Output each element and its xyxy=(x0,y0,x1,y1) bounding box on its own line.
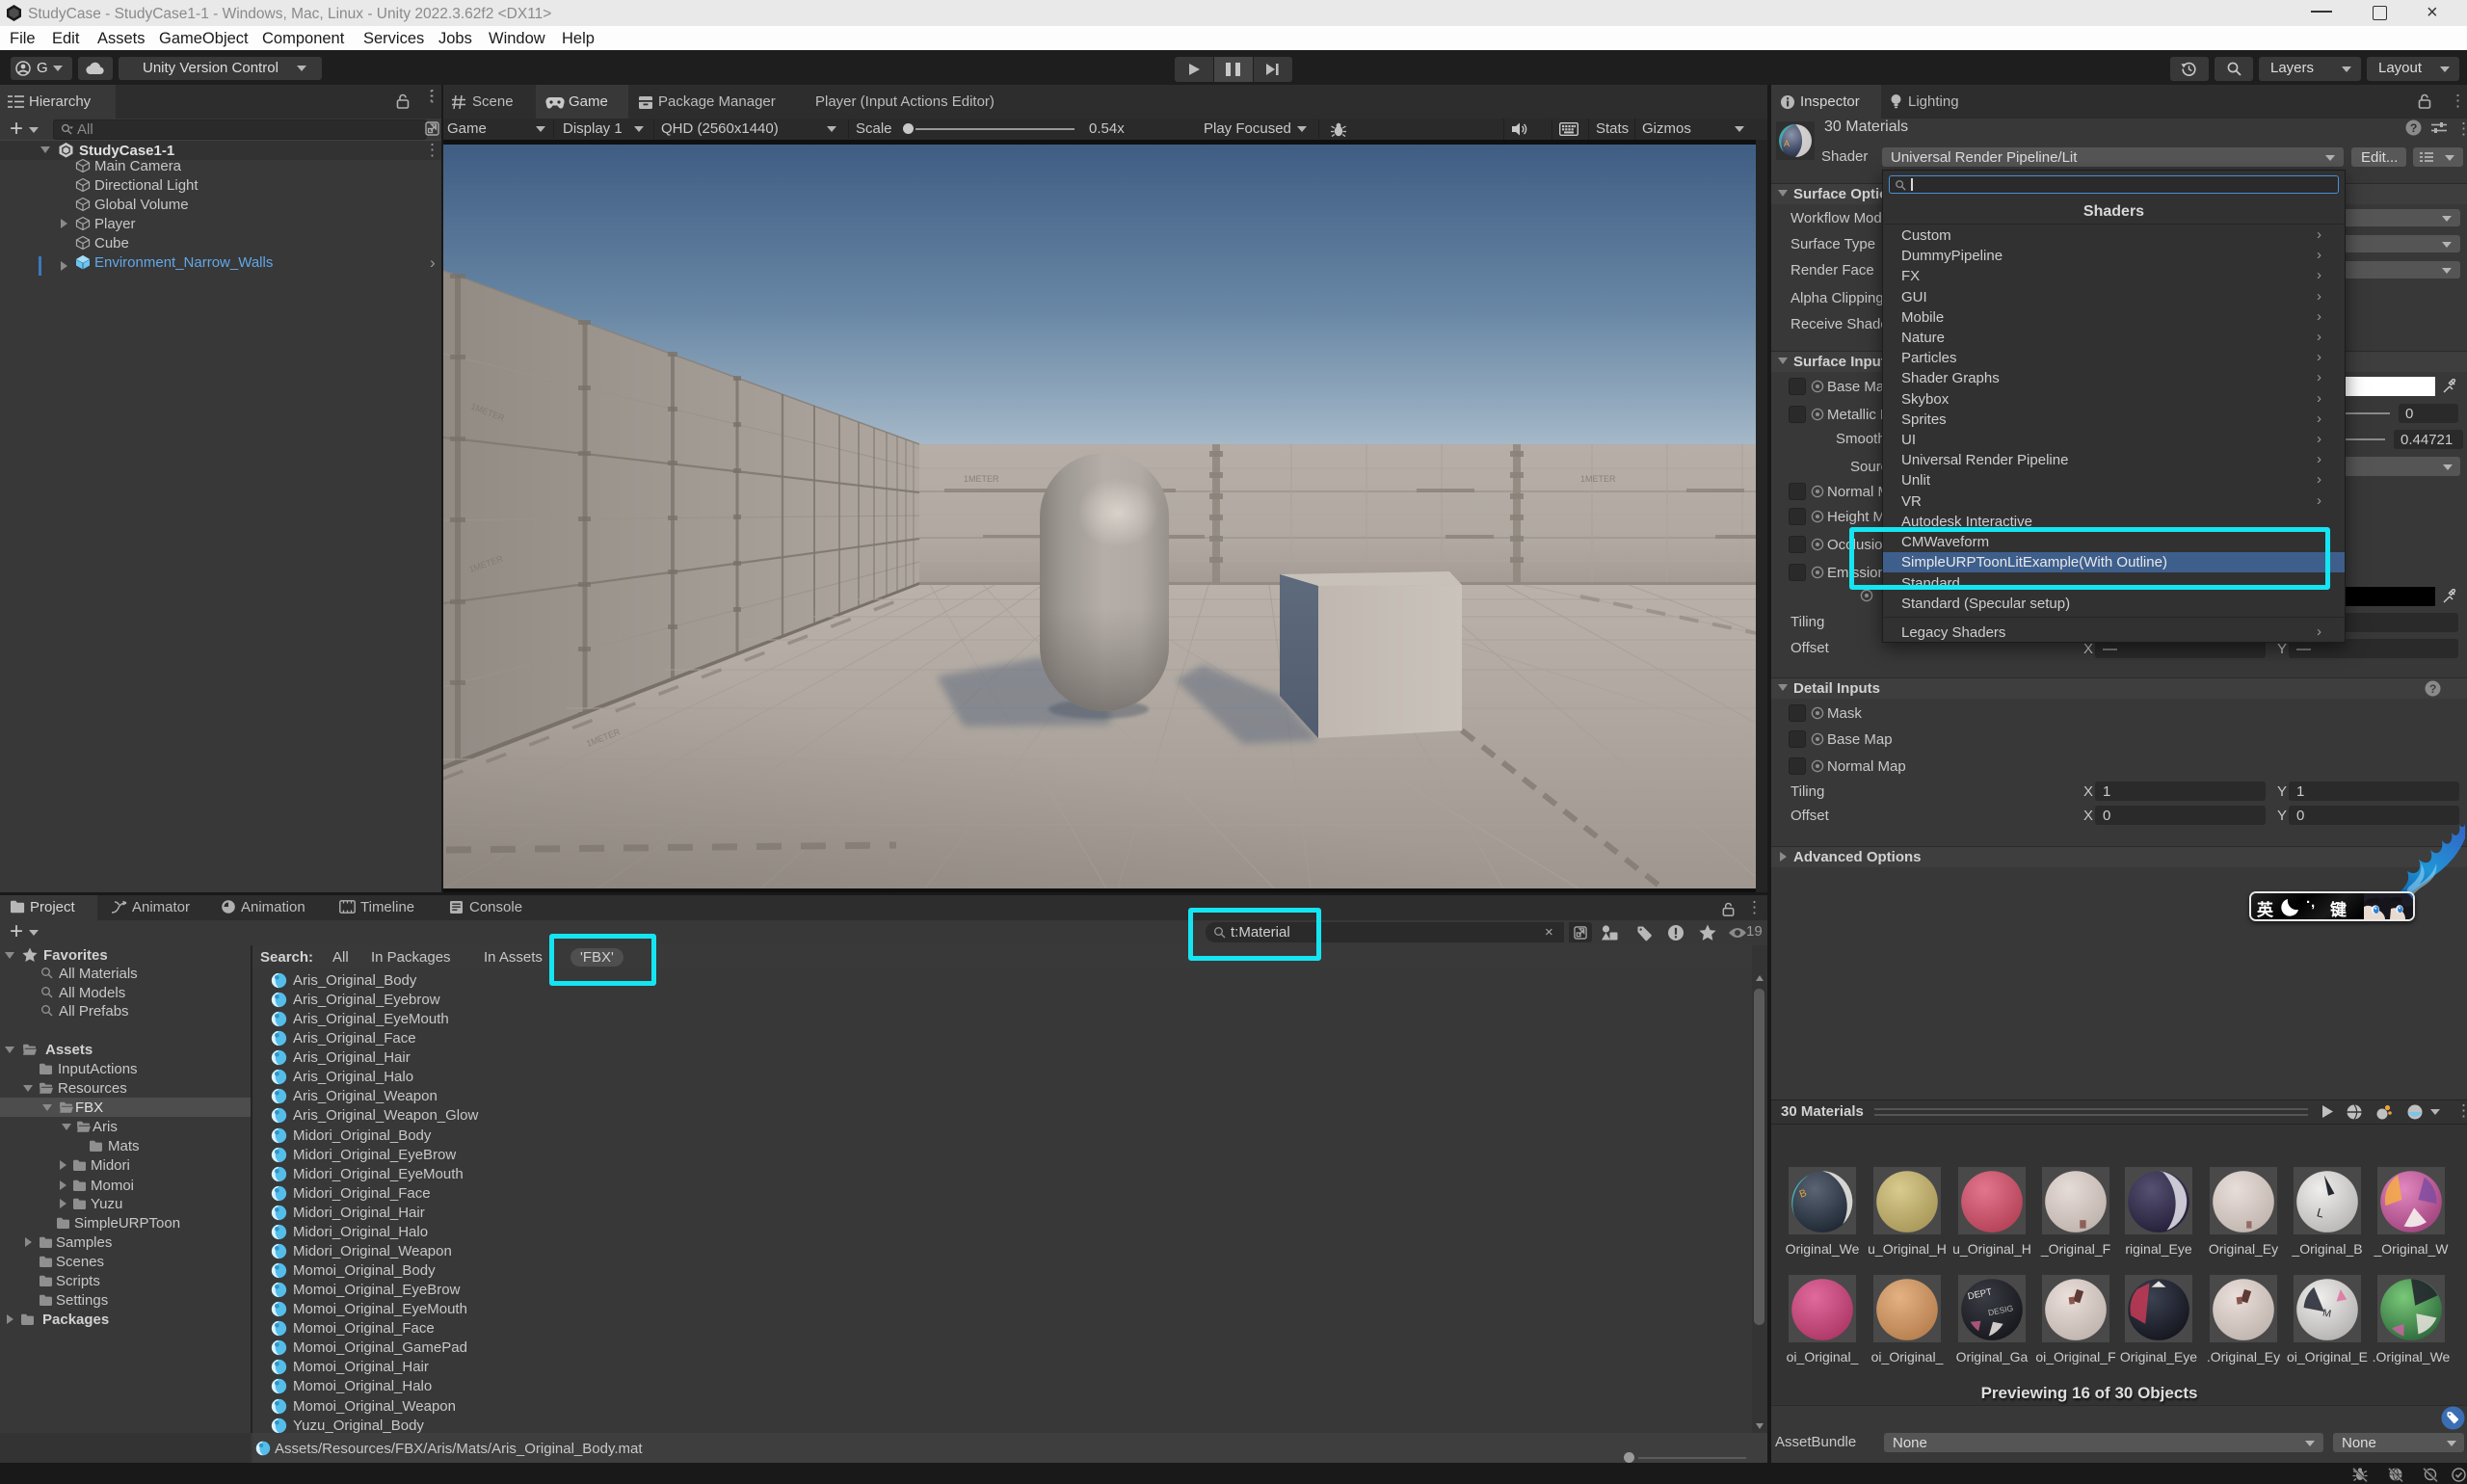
svg-text:A: A xyxy=(1784,139,1790,148)
svg-text:1METER: 1METER xyxy=(964,474,999,484)
svg-text:1METER: 1METER xyxy=(1580,474,1616,484)
svg-text:?: ? xyxy=(2410,121,2417,135)
svg-text:?: ? xyxy=(2429,682,2436,696)
